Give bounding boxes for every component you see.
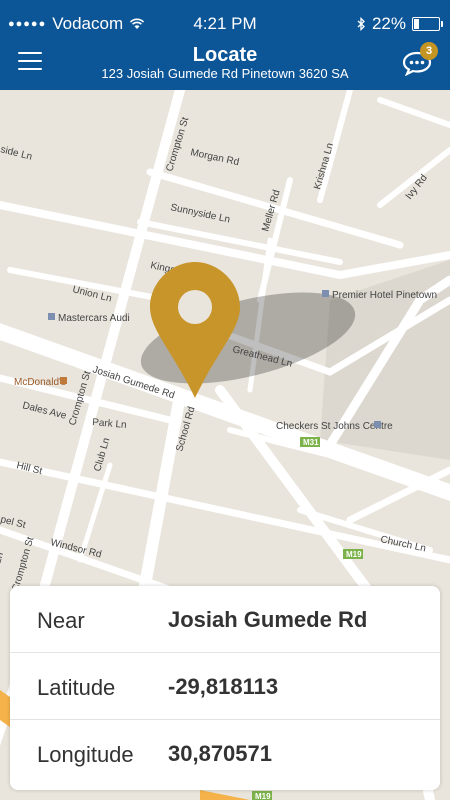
battery-icon	[412, 17, 443, 31]
battery-info: 22%	[357, 14, 443, 34]
longitude-row: Longitude 30,870571	[10, 720, 440, 786]
latitude-value: -29,818113	[168, 674, 279, 699]
longitude-label: Longitude	[37, 742, 134, 767]
route-shield-label: M19	[255, 792, 271, 800]
poi-icon	[48, 313, 55, 320]
address-subtitle: 123 Josiah Gumede Rd Pinetown 3620 SA	[101, 66, 349, 81]
bluetooth-icon	[357, 17, 365, 31]
battery-percent: 22%	[371, 14, 406, 33]
app-header: ●●●●● Vodacom 4:21 PM 22% Locate 123 Jos…	[0, 0, 450, 90]
poi-icon	[60, 377, 67, 384]
poi-icon	[322, 290, 329, 297]
longitude-value: 30,870571	[168, 741, 272, 766]
latitude-row: Latitude -29,818113	[10, 653, 440, 720]
location-info-card: Near Josiah Gumede Rd Latitude -29,81811…	[10, 586, 440, 790]
near-value: Josiah Gumede Rd	[168, 607, 368, 632]
chat-badge: 3	[420, 42, 438, 60]
status-bar: ●●●●● Vodacom 4:21 PM 22%	[0, 0, 450, 40]
near-label: Near	[37, 608, 85, 633]
latitude-label: Latitude	[37, 675, 116, 700]
poi-label: Premier Hotel Pinetown	[332, 290, 437, 301]
page-title: Locate	[192, 44, 258, 66]
poi-label: McDonald's	[14, 377, 66, 388]
route-shield-label: M31	[303, 438, 319, 447]
near-row: Near Josiah Gumede Rd	[10, 586, 440, 653]
poi-icon	[374, 421, 381, 428]
route-shield-label: M19	[346, 550, 362, 559]
poi-label: Mastercars Audi	[58, 313, 130, 324]
